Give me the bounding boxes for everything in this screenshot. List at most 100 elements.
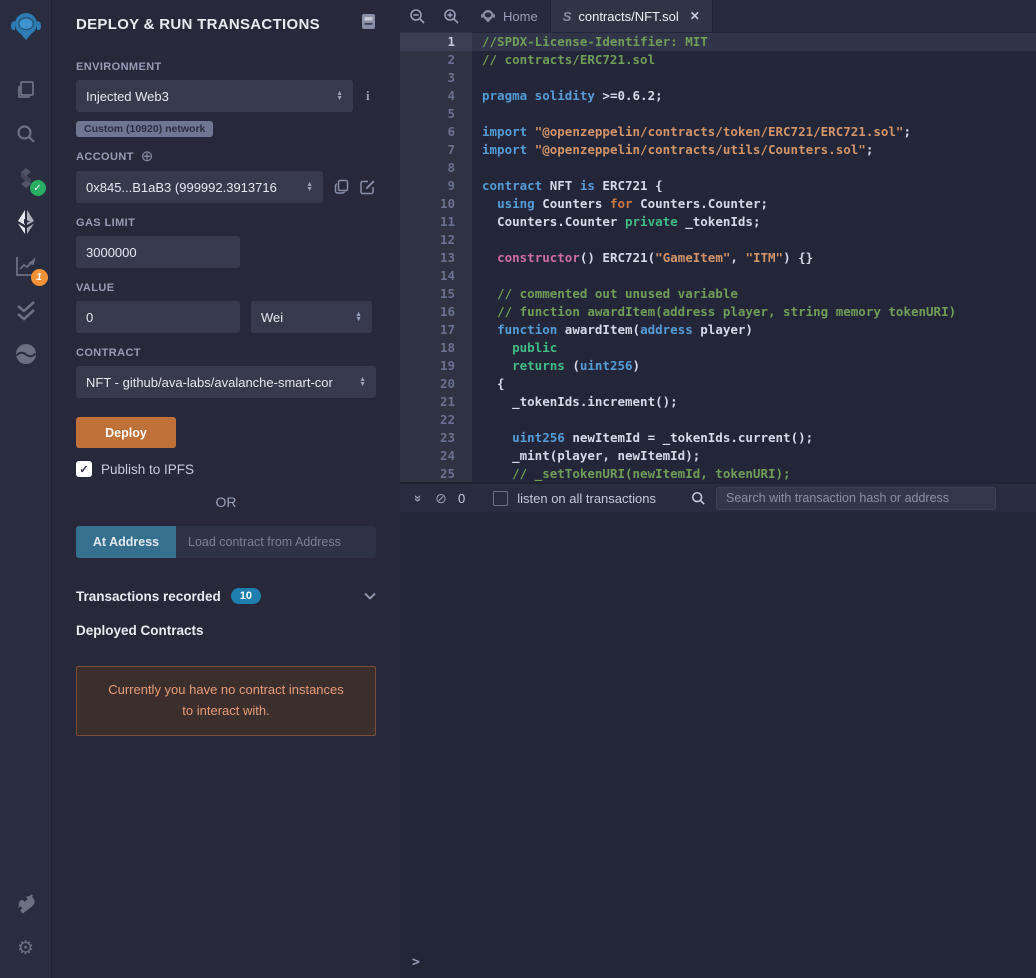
line-number[interactable]: 22 bbox=[400, 411, 472, 429]
or-divider-text: OR bbox=[76, 494, 376, 510]
settings-gear-icon[interactable]: ⚙ bbox=[0, 926, 52, 970]
code-line[interactable]: 15 // commented out unused variable bbox=[400, 285, 1036, 303]
transactions-recorded-label: Transactions recorded bbox=[76, 589, 221, 604]
transactions-count-badge: 10 bbox=[231, 588, 261, 604]
pending-tx-count: 0 bbox=[458, 491, 465, 506]
code-line[interactable]: 17 function awardItem(address player) bbox=[400, 321, 1036, 339]
contract-label: CONTRACT bbox=[76, 347, 376, 359]
code-line[interactable]: 14 bbox=[400, 267, 1036, 285]
close-icon[interactable]: ✕ bbox=[690, 9, 700, 23]
tab-home[interactable]: Home bbox=[468, 0, 551, 32]
line-number[interactable]: 7 bbox=[400, 141, 472, 159]
line-number[interactable]: 13 bbox=[400, 249, 472, 267]
publish-ipfs-checkbox[interactable]: ✓ bbox=[76, 461, 92, 477]
file-explorer-icon[interactable] bbox=[0, 68, 52, 112]
clear-console-icon[interactable]: ⊘ bbox=[430, 490, 452, 507]
environment-info-icon[interactable]: i bbox=[366, 88, 370, 104]
code-line[interactable]: 7import "@openzeppelin/contracts/utils/C… bbox=[400, 141, 1036, 159]
deploy-run-icon[interactable] bbox=[0, 200, 52, 244]
gas-limit-input[interactable]: 3000000 bbox=[76, 236, 240, 268]
search-icon[interactable] bbox=[0, 112, 52, 156]
code-line[interactable]: 23 uint256 newItemId = _tokenIds.current… bbox=[400, 429, 1036, 447]
line-number[interactable]: 9 bbox=[400, 177, 472, 195]
at-address-button[interactable]: At Address bbox=[76, 526, 176, 558]
code-line[interactable]: 21 _tokenIds.increment(); bbox=[400, 393, 1036, 411]
chevron-down-icon[interactable] bbox=[364, 592, 376, 600]
icon-sidebar: ✓ 1 bbox=[0, 0, 52, 978]
line-number[interactable]: 14 bbox=[400, 267, 472, 285]
line-number[interactable]: 24 bbox=[400, 447, 472, 465]
zoom-out-icon[interactable] bbox=[400, 0, 434, 32]
tab-contracts-nft-sol[interactable]: S contracts/NFT.sol ✕ bbox=[551, 0, 713, 32]
terminal-expand-icon[interactable]: » bbox=[408, 491, 430, 506]
solidity-compiler-icon[interactable]: ✓ bbox=[0, 156, 52, 200]
code-line[interactable]: 25 // _setTokenURI(newItemId, tokenURI); bbox=[400, 465, 1036, 482]
analytics-icon[interactable]: 1 bbox=[0, 244, 52, 288]
line-number[interactable]: 11 bbox=[400, 213, 472, 231]
line-number[interactable]: 1 bbox=[400, 33, 472, 51]
line-number[interactable]: 23 bbox=[400, 429, 472, 447]
code-line[interactable]: 18 public bbox=[400, 339, 1036, 357]
line-number[interactable]: 12 bbox=[400, 231, 472, 249]
account-select[interactable]: 0x845...B1aB3 (999992.3913716 ▲▼ bbox=[76, 171, 323, 203]
terminal-toolbar: » ⊘ 0 listen on all transactions bbox=[400, 482, 1036, 512]
contract-select[interactable]: NFT - github/ava-labs/avalanche-smart-co… bbox=[76, 366, 376, 398]
line-number[interactable]: 10 bbox=[400, 195, 472, 213]
code-line[interactable]: 8 bbox=[400, 159, 1036, 177]
create-account-icon[interactable]: ⊕ bbox=[141, 149, 154, 164]
unit-testing-icon[interactable] bbox=[0, 288, 52, 332]
select-arrows-icon: ▲▼ bbox=[355, 312, 362, 322]
value-label: VALUE bbox=[76, 282, 376, 294]
line-number[interactable]: 21 bbox=[400, 393, 472, 411]
plugin-manager-icon[interactable] bbox=[0, 882, 52, 926]
listen-transactions-checkbox[interactable] bbox=[493, 491, 508, 506]
line-number[interactable]: 8 bbox=[400, 159, 472, 177]
deploy-button[interactable]: Deploy bbox=[76, 417, 176, 448]
line-number[interactable]: 4 bbox=[400, 87, 472, 105]
line-number[interactable]: 15 bbox=[400, 285, 472, 303]
terminal-output[interactable]: > bbox=[400, 512, 1036, 978]
at-address-input[interactable] bbox=[176, 526, 376, 558]
line-number[interactable]: 18 bbox=[400, 339, 472, 357]
remix-logo-icon[interactable] bbox=[0, 0, 52, 52]
code-line[interactable]: 5 bbox=[400, 105, 1036, 123]
code-line[interactable]: 11 Counters.Counter private _tokenIds; bbox=[400, 213, 1036, 231]
line-number[interactable]: 2 bbox=[400, 51, 472, 69]
code-line[interactable]: 9contract NFT is ERC721 { bbox=[400, 177, 1036, 195]
debugger-icon[interactable] bbox=[0, 332, 52, 376]
code-line[interactable]: 2// contracts/ERC721.sol bbox=[400, 51, 1036, 69]
line-number[interactable]: 16 bbox=[400, 303, 472, 321]
line-number[interactable]: 3 bbox=[400, 69, 472, 87]
sign-message-icon[interactable] bbox=[360, 179, 376, 195]
value-unit-select[interactable]: Wei ▲▼ bbox=[251, 301, 372, 333]
environment-select[interactable]: Injected Web3 ▲▼ bbox=[76, 80, 353, 112]
copy-account-icon[interactable] bbox=[334, 179, 349, 195]
zoom-in-icon[interactable] bbox=[434, 0, 468, 32]
code-line[interactable]: 10 using Counters for Counters.Counter; bbox=[400, 195, 1036, 213]
code-line[interactable]: 16 // function awardItem(address player,… bbox=[400, 303, 1036, 321]
line-number[interactable]: 6 bbox=[400, 123, 472, 141]
code-line[interactable]: 19 returns (uint256) bbox=[400, 357, 1036, 375]
code-line[interactable]: 3 bbox=[400, 69, 1036, 87]
transactions-recorded-row[interactable]: Transactions recorded 10 bbox=[76, 588, 376, 604]
terminal-search-input[interactable] bbox=[716, 487, 996, 510]
code-line[interactable]: 4pragma solidity >=0.6.2; bbox=[400, 87, 1036, 105]
documentation-icon[interactable] bbox=[361, 13, 376, 35]
select-arrows-icon: ▲▼ bbox=[359, 377, 366, 387]
code-line[interactable]: 20 { bbox=[400, 375, 1036, 393]
code-line[interactable]: 22 bbox=[400, 411, 1036, 429]
code-line[interactable]: 1//SPDX-License-Identifier: MIT bbox=[400, 33, 1036, 51]
line-number[interactable]: 20 bbox=[400, 375, 472, 393]
line-number[interactable]: 5 bbox=[400, 105, 472, 123]
code-line[interactable]: 24 _mint(player, newItemId); bbox=[400, 447, 1036, 465]
network-badge: Custom (10920) network bbox=[76, 121, 213, 137]
line-number[interactable]: 25 bbox=[400, 465, 472, 482]
code-line[interactable]: 6import "@openzeppelin/contracts/token/E… bbox=[400, 123, 1036, 141]
code-line[interactable]: 13 constructor() ERC721("GameItem", "ITM… bbox=[400, 249, 1036, 267]
value-input[interactable]: 0 bbox=[76, 301, 240, 333]
compiler-success-badge: ✓ bbox=[30, 180, 46, 196]
code-editor[interactable]: 1//SPDX-License-Identifier: MIT2// contr… bbox=[400, 32, 1036, 482]
line-number[interactable]: 17 bbox=[400, 321, 472, 339]
code-line[interactable]: 12 bbox=[400, 231, 1036, 249]
line-number[interactable]: 19 bbox=[400, 357, 472, 375]
